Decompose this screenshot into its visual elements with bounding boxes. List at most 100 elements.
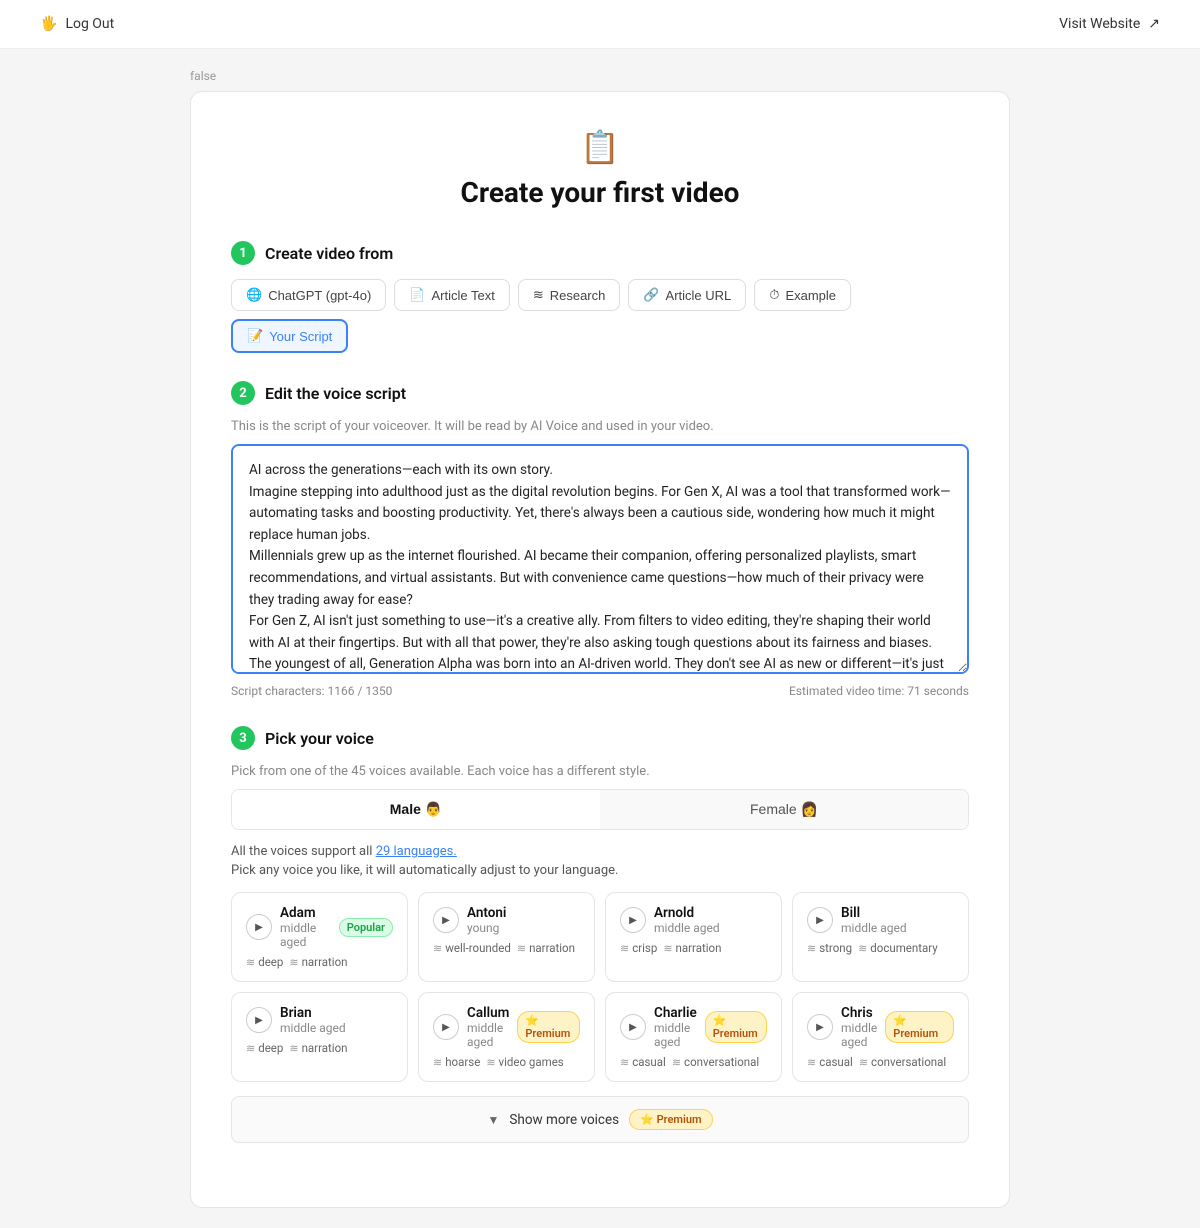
tab-article-text-label: Article Text: [431, 288, 494, 303]
voice-card-charlie[interactable]: ▶ Charlie middle aged ⭐ Premium casual c…: [605, 992, 782, 1082]
voice-chris-age: middle aged: [841, 1021, 877, 1049]
voice-adam-header: ▶ Adam middle aged Popular: [246, 905, 393, 949]
tab-example[interactable]: ⏱ Example: [754, 279, 851, 311]
bill-tag-documentary: documentary: [858, 941, 938, 955]
voice-brian-info: Brian middle aged: [280, 1005, 393, 1035]
logout-label: Log Out: [65, 16, 114, 32]
tab-article-text[interactable]: 📄 Article Text: [394, 279, 510, 311]
voice-antoni-age: young: [467, 921, 580, 935]
tab-research-label: Research: [550, 288, 606, 303]
voice-bill-age: middle aged: [841, 921, 954, 935]
language-note-text: All the voices support all: [231, 844, 376, 859]
voice-tab-male[interactable]: Male 👨: [232, 790, 600, 829]
callum-tag-videogames: video games: [486, 1055, 563, 1069]
script-time: Estimated video time: 71 seconds: [789, 684, 969, 698]
voice-chris-header: ▶ Chris middle aged ⭐ Premium: [807, 1005, 954, 1049]
step2-title: Edit the voice script: [265, 384, 406, 403]
chris-tag-conversational: conversational: [859, 1055, 946, 1069]
play-callum-button[interactable]: ▶: [433, 1014, 459, 1040]
research-icon: ≋: [533, 287, 544, 303]
adam-tag-deep: deep: [246, 955, 283, 969]
example-icon: ⏱: [769, 287, 779, 303]
voice-card-arnold[interactable]: ▶ Arnold middle aged crisp narration: [605, 892, 782, 982]
logout-button[interactable]: 🖐 Log Out: [40, 16, 114, 32]
play-brian-button[interactable]: ▶: [246, 1007, 272, 1033]
voice-card-chris[interactable]: ▶ Chris middle aged ⭐ Premium casual con…: [792, 992, 969, 1082]
voice-charlie-name: Charlie: [654, 1005, 697, 1021]
voice-antoni-tags: well-rounded narration: [433, 941, 580, 955]
tab-your-script-label: Your Script: [269, 329, 332, 344]
chris-premium-badge: ⭐ Premium: [885, 1011, 954, 1043]
voice-arnold-header: ▶ Arnold middle aged: [620, 905, 767, 935]
voice-card-antoni[interactable]: ▶ Antoni young well-rounded narration: [418, 892, 595, 982]
article-text-icon: 📄: [409, 287, 425, 303]
arnold-tag-crisp: crisp: [620, 941, 657, 955]
voice-adam-name: Adam: [280, 905, 331, 921]
voice-bill-name: Bill: [841, 905, 954, 921]
play-arnold-button[interactable]: ▶: [620, 907, 646, 933]
charlie-tag-conversational: conversational: [672, 1055, 759, 1069]
play-bill-button[interactable]: ▶: [807, 907, 833, 933]
tab-article-url[interactable]: 🔗 Article URL: [628, 279, 746, 311]
charlie-premium-badge: ⭐ Premium: [705, 1011, 767, 1043]
voice-brian-header: ▶ Brian middle aged: [246, 1005, 393, 1035]
main-container: false 📋 Create your first video 1 Create…: [170, 49, 1030, 1228]
step2-section: 2 Edit the voice script This is the scri…: [231, 381, 969, 698]
voice-bill-header: ▶ Bill middle aged: [807, 905, 954, 935]
brian-tag-narration: narration: [289, 1041, 347, 1055]
step2-subtitle: This is the script of your voiceover. It…: [231, 419, 969, 434]
step3-badge: 3: [231, 726, 255, 750]
tab-your-script[interactable]: 📝 Your Script: [231, 319, 348, 353]
voice-callum-age: middle aged: [467, 1021, 509, 1049]
voice-card-brian[interactable]: ▶ Brian middle aged deep narration: [231, 992, 408, 1082]
visit-website-button[interactable]: Visit Website ↗: [1059, 16, 1160, 32]
step3-section: 3 Pick your voice Pick from one of the 4…: [231, 726, 969, 1143]
voice-card-callum[interactable]: ▶ Callum middle aged ⭐ Premium hoarse vi…: [418, 992, 595, 1082]
your-script-icon: 📝: [247, 328, 263, 344]
script-chars: Script characters: 1166 / 1350: [231, 684, 392, 698]
language-note: All the voices support all 29 languages.: [231, 844, 969, 859]
logout-icon: 🖐: [40, 16, 57, 32]
play-adam-button[interactable]: ▶: [246, 914, 272, 940]
play-chris-button[interactable]: ▶: [807, 1014, 833, 1040]
voice-adam-age: middle aged: [280, 921, 331, 949]
play-antoni-button[interactable]: ▶: [433, 907, 459, 933]
chris-tag-casual: casual: [807, 1055, 853, 1069]
arnold-tag-narration: narration: [663, 941, 721, 955]
top-bar: 🖐 Log Out Visit Website ↗: [0, 0, 1200, 49]
voice-antoni-info: Antoni young: [467, 905, 580, 935]
show-more-premium-badge: ⭐ Premium: [629, 1109, 712, 1130]
page-header: 📋 Create your first video: [231, 128, 969, 209]
show-more-button[interactable]: ▼ Show more voices ⭐ Premium: [231, 1096, 969, 1143]
false-badge: false: [190, 69, 1010, 83]
voice-callum-info: Callum middle aged: [467, 1005, 509, 1049]
tab-research[interactable]: ≋ Research: [518, 279, 621, 311]
visit-label: Visit Website: [1059, 16, 1140, 32]
script-meta: Script characters: 1166 / 1350 Estimated…: [231, 684, 969, 698]
charlie-tag-casual: casual: [620, 1055, 666, 1069]
tab-article-url-label: Article URL: [666, 288, 732, 303]
tab-chatgpt[interactable]: 🌐 ChatGPT (gpt-4o): [231, 279, 386, 311]
voice-tab-female[interactable]: Female 👩: [600, 790, 968, 829]
step3-subtitle: Pick from one of the 45 voices available…: [231, 764, 969, 779]
voice-brian-age: middle aged: [280, 1021, 393, 1035]
voice-callum-header: ▶ Callum middle aged ⭐ Premium: [433, 1005, 580, 1049]
voice-charlie-tags: casual conversational: [620, 1055, 767, 1069]
script-textarea[interactable]: AI across the generations—each with its …: [231, 444, 969, 674]
voice-card-bill[interactable]: ▶ Bill middle aged strong documentary: [792, 892, 969, 982]
languages-link[interactable]: 29 languages.: [376, 844, 457, 859]
chevron-down-icon: ▼: [487, 1113, 499, 1127]
voice-callum-name: Callum: [467, 1005, 509, 1021]
step3-title: Pick your voice: [265, 729, 374, 748]
voice-brian-tags: deep narration: [246, 1041, 393, 1055]
voice-card-adam[interactable]: ▶ Adam middle aged Popular deep narratio…: [231, 892, 408, 982]
step2-badge: 2: [231, 381, 255, 405]
external-link-icon: ↗: [1148, 16, 1160, 32]
brian-tag-deep: deep: [246, 1041, 283, 1055]
voice-antoni-header: ▶ Antoni young: [433, 905, 580, 935]
play-charlie-button[interactable]: ▶: [620, 1014, 646, 1040]
callum-premium-badge: ⭐ Premium: [517, 1011, 580, 1043]
page-icon: 📋: [231, 128, 969, 166]
voice-chris-tags: casual conversational: [807, 1055, 954, 1069]
voice-charlie-info: Charlie middle aged: [654, 1005, 697, 1049]
